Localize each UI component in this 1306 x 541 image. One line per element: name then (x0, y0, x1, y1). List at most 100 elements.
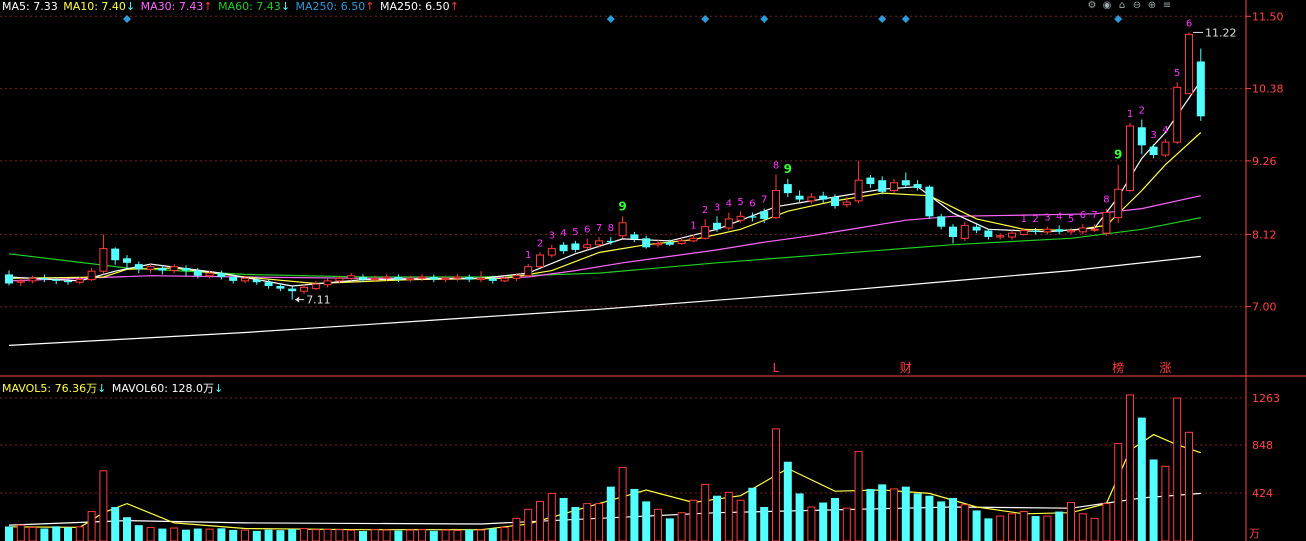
eye-icon[interactable]: ◉ (1101, 0, 1113, 12)
volume-bar (654, 508, 662, 541)
volume-bar (1137, 417, 1146, 541)
volume-bar (52, 526, 61, 541)
settings-icon[interactable]: ⚙ (1086, 0, 1098, 12)
candle-body (1019, 230, 1028, 235)
plus-icon[interactable]: ⊕ (1146, 0, 1158, 12)
volume-bar (477, 529, 485, 541)
sequence-count-label: 6 (584, 224, 590, 235)
volume-bar (205, 528, 214, 541)
candle-body (901, 180, 910, 186)
volume-bar (241, 529, 249, 541)
minus-icon[interactable]: ⊖ (1131, 0, 1143, 12)
candle-body (146, 266, 155, 270)
volume-bar (394, 530, 403, 541)
candle-body (406, 277, 415, 281)
volume-bar (760, 507, 769, 541)
candle-body (75, 279, 84, 283)
volume-bar (1114, 443, 1123, 541)
candle-body (40, 278, 49, 280)
candle-body (477, 277, 485, 281)
volume-legend: MAVOL5: 76.36万↓ MAVOL60: 128.0万↓ (2, 380, 225, 395)
candle-body (772, 190, 780, 219)
low-label: 7.11 (306, 294, 331, 307)
volume-bar (677, 512, 686, 541)
volume-bar (547, 492, 556, 541)
candle-body (878, 180, 887, 192)
candle-body (170, 266, 179, 272)
candle-body (1008, 232, 1016, 238)
volume-bar (972, 510, 981, 541)
volume-bar (1173, 397, 1182, 541)
candle-body (831, 196, 839, 207)
candle-body (264, 282, 273, 287)
volume-bar (429, 530, 438, 541)
price-tick-label: 8.12 (1252, 228, 1277, 241)
candle-body (370, 277, 379, 281)
candle-body (1185, 33, 1193, 95)
volume-bar (925, 495, 934, 541)
shop-icon[interactable]: ⌂ (1116, 0, 1128, 12)
candle-body (960, 224, 969, 239)
volume-bar (229, 529, 238, 541)
volume-bar (1008, 513, 1016, 541)
volume-bar (630, 488, 639, 541)
candle-body (429, 277, 438, 280)
volume-bar (193, 528, 202, 541)
sequence-count-label: 8 (1103, 195, 1109, 206)
mavol5-label: MAVOL5: 76.36万↓ (2, 382, 107, 395)
ma250-label-a: MA250: 6.50↑ (295, 0, 375, 13)
sequence-count-label: 8 (773, 160, 779, 171)
event-label: 财 (900, 361, 912, 375)
volume-bar (1067, 502, 1075, 541)
ma-legend: MA5: 7.33 MA10: 7.40↓ MA30: 7.43↑ MA60: … (2, 0, 461, 14)
candle-body (418, 276, 426, 279)
volume-bar (559, 497, 568, 541)
stock-chart[interactable]: 11.5010.389.268.127.001263848424万 123 4 5 6… (0, 0, 1306, 541)
menu-icon[interactable]: ≡ (1161, 0, 1173, 12)
volume-bar (736, 499, 745, 541)
volume-bar (937, 501, 946, 541)
candle-body (488, 278, 497, 281)
volume-bar (382, 529, 391, 541)
sequence-count-label: 4 (726, 198, 732, 209)
sequence-count-label: 7 (761, 195, 767, 206)
volume-bar (1102, 503, 1111, 541)
candle-body (252, 279, 261, 283)
price-tick-label: 10.38 (1252, 83, 1284, 96)
candle-body (441, 277, 450, 281)
candle-body (984, 230, 993, 237)
candle-body (937, 216, 946, 227)
volume-bar (264, 529, 273, 541)
candle-body (453, 276, 462, 279)
candle (1173, 82, 1182, 145)
sequence-count-label: 3 (549, 231, 555, 242)
candle-body (1149, 146, 1158, 156)
event-label: 榜 (1112, 360, 1124, 375)
candle-body (748, 216, 757, 218)
volume-bar (335, 529, 344, 541)
volume-bar (724, 491, 733, 541)
volume-bar (276, 530, 285, 541)
candle-body (311, 283, 320, 290)
candle-body (123, 258, 131, 263)
candle-body (512, 275, 521, 279)
candle-body (1055, 229, 1064, 232)
candle-body (52, 279, 61, 281)
candle-body (1126, 125, 1134, 192)
candle-body (547, 248, 556, 256)
volume-bar (99, 470, 108, 541)
sequence-count-label: 8 (608, 223, 614, 234)
volume-bar (807, 506, 816, 541)
candle-body (854, 179, 863, 202)
volume-bar (64, 527, 72, 541)
candle-body (595, 240, 603, 246)
volume-bar (901, 486, 910, 541)
candle-body (842, 201, 851, 206)
candle-body (618, 222, 627, 237)
sequence-count-label: 6 (749, 198, 755, 209)
candle-body (559, 244, 568, 252)
volume-bar (1161, 465, 1170, 541)
sequence-count-label: 1 (525, 250, 531, 261)
candle-body (1173, 86, 1182, 143)
volume-bar (1078, 513, 1087, 541)
